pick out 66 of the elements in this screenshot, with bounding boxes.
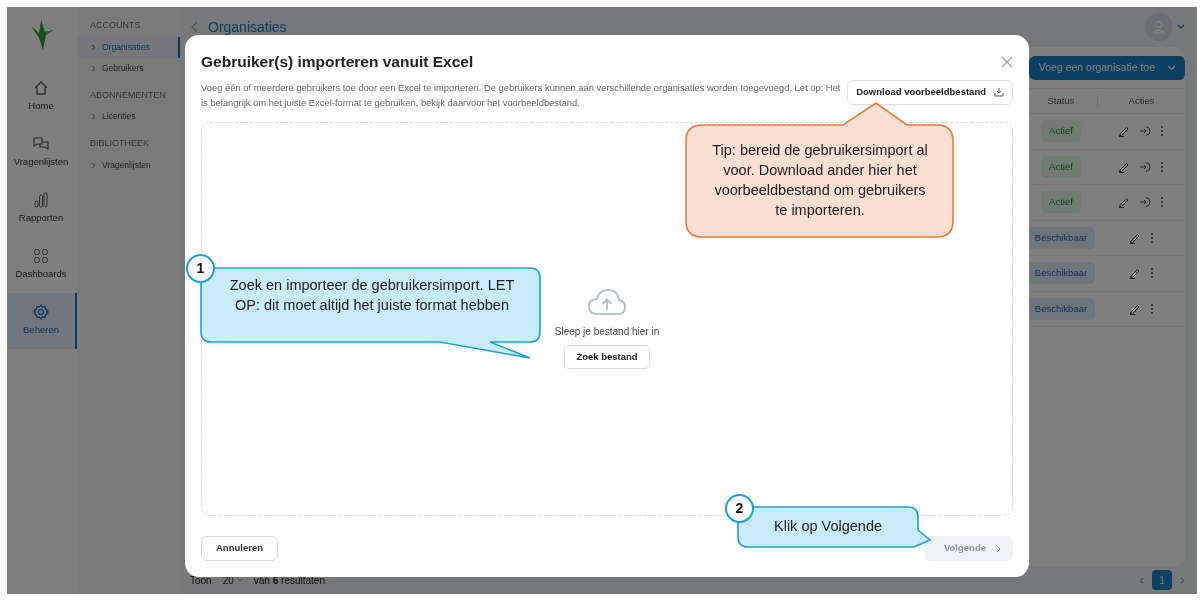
callout-text: Klik op Volgende bbox=[773, 517, 883, 536]
chevron-right-icon bbox=[91, 161, 96, 169]
status-tag: Beschikbaar bbox=[1026, 262, 1096, 285]
pencil-icon[interactable] bbox=[1128, 267, 1141, 280]
status-tag: Beschikbaar bbox=[1026, 297, 1096, 320]
cancel-button[interactable]: Annuleren bbox=[201, 536, 278, 561]
section-title: BIBLIOTHEEK bbox=[89, 137, 151, 150]
download-button[interactable]: Download voorbeeldbestand bbox=[847, 79, 1013, 105]
status-tag: Actief bbox=[1041, 120, 1081, 143]
more-icon[interactable] bbox=[1149, 231, 1154, 244]
download-icon bbox=[994, 87, 1004, 98]
settings-icon bbox=[33, 304, 49, 321]
nav-item[interactable]: Home bbox=[7, 69, 77, 125]
column-header: Acties bbox=[1097, 93, 1185, 109]
sidebar-item[interactable]: Vragenlijsten bbox=[77, 154, 180, 176]
more-icon[interactable] bbox=[1160, 160, 1164, 173]
pencil-icon[interactable] bbox=[1118, 160, 1130, 173]
section-title: ACCOUNTS bbox=[89, 19, 142, 32]
dialog-description: Voeg één of meerdere gebruikers toe door een Excel te importeren. De gebruikers kunnen aan verschillende organisaties worden toegevoegd. Let op: Het is belangrijk om het juiste Excel-format te gebruiken, bekijk daarvoor het voorbeeldbestand. bbox=[201, 80, 842, 110]
sign-in-icon[interactable] bbox=[1139, 196, 1151, 209]
callout-text: Zoek en importeer de gebruikersimport. LET OP: dit moet altijd het juiste format hebben bbox=[228, 276, 516, 315]
chevron-right-icon bbox=[91, 43, 96, 51]
nav-item[interactable]: Vragenlijsten bbox=[7, 125, 77, 181]
chevron-right-icon bbox=[996, 544, 1001, 553]
status-tag: Actief bbox=[1041, 191, 1081, 214]
sign-in-icon[interactable] bbox=[1139, 125, 1151, 138]
chevron-right-icon bbox=[91, 113, 96, 120]
breadcrumb-link[interactable]: Organisaties bbox=[208, 16, 287, 38]
drop-hint: Sleep je bestand hier in bbox=[554, 325, 660, 340]
more-icon[interactable] bbox=[1149, 302, 1154, 315]
grid-icon bbox=[33, 248, 49, 265]
sign-in-icon[interactable] bbox=[1139, 160, 1151, 173]
more-icon[interactable] bbox=[1149, 267, 1154, 280]
pencil-icon[interactable] bbox=[1118, 196, 1130, 209]
status-tag: Actief bbox=[1041, 155, 1081, 178]
callout-text: Tip: bereid de gebruikersimport al voor. Download ander hier het voorbeeldbestand om gebruikers te importeren. bbox=[711, 141, 929, 220]
nav-item[interactable]: Beheren bbox=[7, 293, 77, 349]
section-title: ABONNEMENTEN bbox=[89, 88, 167, 102]
chevron-right-icon bbox=[91, 64, 96, 72]
chevron-down-icon[interactable] bbox=[1177, 24, 1185, 30]
browse-file-button[interactable]: Zoek bestand bbox=[564, 345, 650, 370]
bar-chart-icon bbox=[33, 192, 49, 209]
pencil-icon[interactable] bbox=[1128, 302, 1141, 315]
sidebar-item[interactable]: Licenties bbox=[77, 106, 180, 127]
add-organisation-button[interactable]: Voeg een organisatie toe bbox=[1028, 56, 1185, 80]
more-icon[interactable] bbox=[1160, 125, 1164, 138]
pencil-icon[interactable] bbox=[1128, 231, 1141, 244]
caret-icon bbox=[1167, 65, 1176, 71]
close-icon[interactable] bbox=[1001, 56, 1013, 69]
pencil-icon[interactable] bbox=[1118, 125, 1130, 138]
more-icon[interactable] bbox=[1160, 196, 1164, 209]
column-header: Status bbox=[1046, 93, 1076, 108]
page-button[interactable]: 1 bbox=[1152, 570, 1172, 590]
nav-item[interactable]: Dashboards bbox=[7, 237, 77, 293]
nav-item[interactable]: Rapporten bbox=[7, 181, 77, 237]
status-tag: Beschikbaar bbox=[1026, 226, 1096, 249]
sidebar-item[interactable]: Gebruikers bbox=[77, 57, 180, 79]
caret-icon bbox=[236, 578, 243, 582]
show-label: Toon bbox=[190, 573, 212, 588]
chevron-left-icon[interactable] bbox=[190, 20, 200, 34]
chat-icon bbox=[32, 136, 50, 153]
previous-page-icon[interactable] bbox=[1139, 576, 1144, 584]
dialog-title: Gebruiker(s) importeren vanuit Excel bbox=[201, 53, 474, 72]
sidebar-item[interactable]: Organisaties bbox=[77, 36, 180, 58]
house-icon bbox=[33, 80, 49, 97]
next-page-icon[interactable] bbox=[1180, 576, 1185, 584]
